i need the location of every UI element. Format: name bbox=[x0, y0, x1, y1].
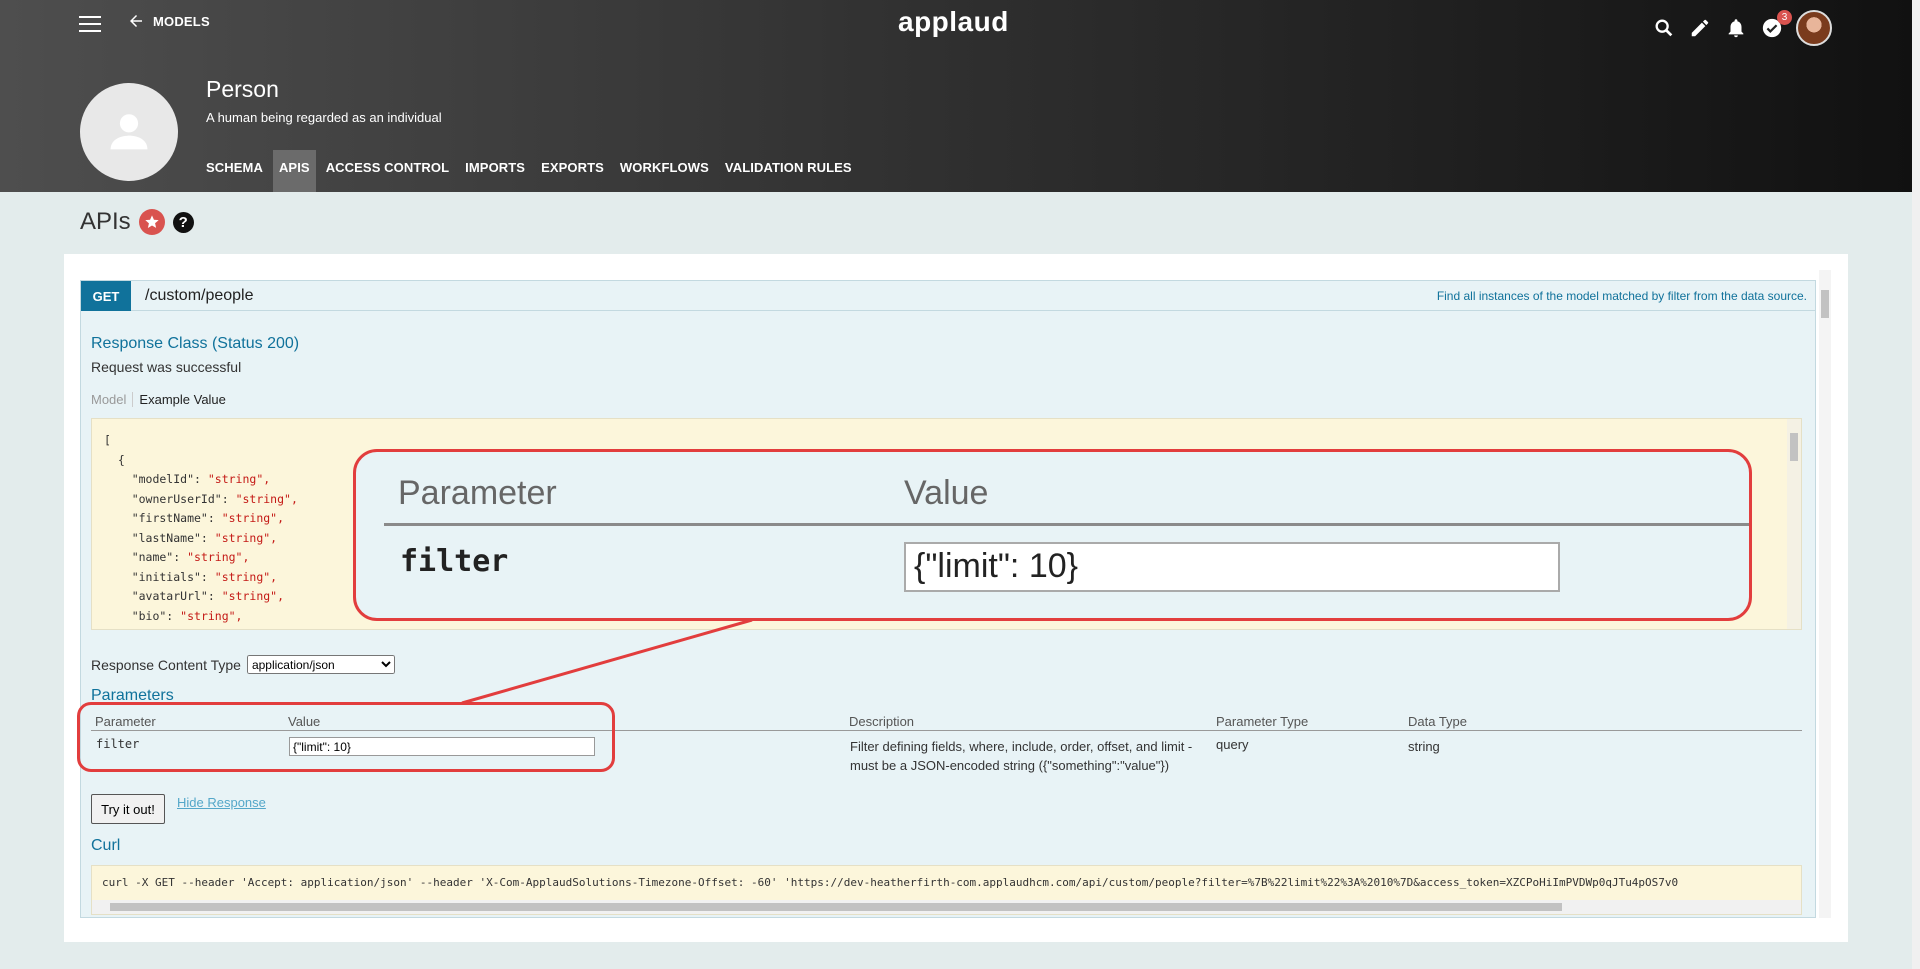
favorite-star-icon[interactable] bbox=[138, 209, 165, 235]
page-title-row: APIs ? bbox=[80, 208, 194, 236]
model-tabs: SCHEMA APIS ACCESS CONTROL IMPORTS EXPOR… bbox=[200, 150, 862, 192]
curl-box[interactable]: curl -X GET --header 'Accept: applicatio… bbox=[91, 865, 1802, 915]
tab-workflows[interactable]: WORKFLOWS bbox=[614, 150, 715, 192]
content-type-select[interactable]: application/json bbox=[246, 655, 395, 674]
json-key: "firstName": bbox=[104, 511, 222, 525]
operation-heading[interactable]: GET /custom/people Find all instances of… bbox=[81, 281, 1815, 311]
tab-validation-rules[interactable]: VALIDATION RULES bbox=[719, 150, 858, 192]
col-parameter-type: Parameter Type bbox=[1216, 714, 1309, 729]
response-note: Request was successful bbox=[91, 359, 242, 375]
menu-icon[interactable] bbox=[79, 14, 101, 34]
callout-divider bbox=[384, 523, 1749, 526]
param-data-type: string bbox=[1408, 739, 1440, 754]
example-scrollbar[interactable] bbox=[1787, 419, 1801, 629]
callout-param-name: filter bbox=[400, 544, 509, 579]
hide-response-link[interactable]: Hide Response bbox=[177, 795, 266, 810]
json-value: "string", bbox=[221, 589, 285, 603]
http-method-badge[interactable]: GET bbox=[81, 281, 131, 311]
json-key: "modelId": bbox=[104, 472, 208, 486]
help-icon[interactable]: ? bbox=[172, 211, 194, 233]
tab-imports[interactable]: IMPORTS bbox=[459, 150, 531, 192]
json-value: "string", bbox=[180, 608, 243, 623]
search-icon[interactable] bbox=[1652, 16, 1676, 40]
back-label: MODELS bbox=[153, 13, 210, 29]
person-icon bbox=[110, 114, 148, 150]
check-circle-icon[interactable]: 3 bbox=[1760, 10, 1792, 40]
param-type: query bbox=[1216, 737, 1249, 752]
curl-scrollbar[interactable] bbox=[92, 900, 1801, 914]
tab-schema[interactable]: SCHEMA bbox=[200, 150, 269, 192]
response-class-title: Response Class (Status 200) bbox=[91, 335, 300, 352]
page-scrollbar[interactable] bbox=[1912, 0, 1920, 969]
model-avatar bbox=[80, 83, 178, 181]
json-key: "avatarUrl": bbox=[104, 589, 222, 603]
tab-exports[interactable]: EXPORTS bbox=[535, 150, 610, 192]
json-value: "string", bbox=[214, 569, 278, 584]
example-value-tab[interactable]: Example Value bbox=[139, 392, 225, 407]
header-actions: 3 bbox=[1652, 10, 1832, 46]
curl-command: curl -X GET --header 'Accept: applicatio… bbox=[102, 876, 1679, 889]
callout-parameter-header: Parameter bbox=[398, 474, 557, 512]
callout-value-input: {"limit": 10} bbox=[904, 542, 1560, 592]
model-tab[interactable]: Model bbox=[91, 392, 134, 407]
json-key: "name": bbox=[104, 550, 188, 564]
param-description: Filter defining fields, where, include, … bbox=[850, 739, 1193, 773]
endpoint-path[interactable]: /custom/people bbox=[145, 287, 254, 305]
json-key: "bio": bbox=[104, 608, 181, 623]
json-line: [ bbox=[104, 433, 111, 447]
bell-icon[interactable] bbox=[1724, 16, 1748, 40]
try-it-out-button[interactable]: Try it out! bbox=[91, 794, 165, 824]
model-description: A human being regarded as an individual bbox=[206, 110, 442, 125]
arrow-left-icon bbox=[130, 15, 142, 27]
json-value: "string", bbox=[214, 530, 278, 545]
curl-title: Curl bbox=[91, 837, 121, 854]
model-example-tabs: Model Example Value bbox=[91, 392, 226, 407]
pencil-icon[interactable] bbox=[1688, 16, 1712, 40]
tab-apis[interactable]: APIS bbox=[272, 150, 316, 192]
notification-badge: 3 bbox=[1777, 10, 1792, 25]
parameter-highlight-box bbox=[77, 702, 615, 772]
json-value: "string", bbox=[221, 511, 285, 525]
json-value: "string", bbox=[207, 472, 271, 486]
page-title: APIs bbox=[80, 208, 131, 235]
user-avatar[interactable] bbox=[1796, 10, 1832, 46]
app-header: MODELS applaud 3 Person A human being re… bbox=[0, 0, 1912, 192]
json-value: "string", bbox=[187, 550, 250, 564]
back-to-models-link[interactable]: MODELS bbox=[127, 12, 210, 30]
content-type-label: Response Content Type bbox=[91, 656, 241, 673]
tab-access-control[interactable]: ACCESS CONTROL bbox=[320, 150, 455, 192]
response-content-type-row: Response Content Type application/json bbox=[91, 655, 395, 674]
model-title: Person bbox=[206, 76, 279, 102]
callout-value-header: Value bbox=[904, 474, 989, 512]
panel-scrollbar[interactable] bbox=[1819, 270, 1831, 918]
json-key: "initials": bbox=[104, 569, 215, 584]
json-value: "string", bbox=[235, 491, 298, 506]
zoom-callout: Parameter Value filter {"limit": 10} bbox=[353, 449, 1752, 621]
col-description: Description bbox=[849, 714, 915, 729]
json-key: "lastName": bbox=[104, 530, 215, 545]
endpoint-summary[interactable]: Find all instances of the model matched … bbox=[1437, 289, 1807, 303]
col-data-type: Data Type bbox=[1408, 714, 1468, 729]
json-key: "ownerUserId": bbox=[104, 491, 236, 506]
applaud-logo: applaud bbox=[898, 6, 1009, 37]
